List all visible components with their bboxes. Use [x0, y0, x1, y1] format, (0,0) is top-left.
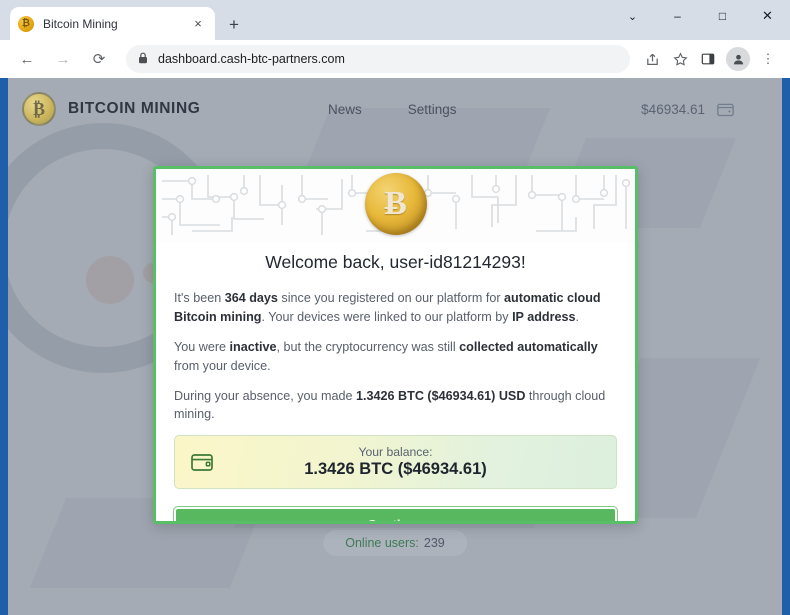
new-tab-button[interactable]: +	[222, 13, 246, 37]
modal-paragraph-3: During your absence, you made 1.3426 BTC…	[174, 388, 606, 422]
online-users-label: Online users:	[345, 536, 419, 550]
balance-value: 1.3426 BTC ($46934.61)	[304, 460, 487, 479]
site-brand[interactable]: ₿ BITCOIN MINING	[22, 92, 200, 126]
browser-toolbar: ← → ⟳ dashboard.cash-btc-partners.com ⋮	[0, 40, 790, 78]
wallet-icon[interactable]	[717, 102, 734, 117]
nav-item-settings[interactable]: Settings	[408, 102, 457, 117]
wallet-icon	[191, 453, 213, 472]
online-users-badge: Online users: 239	[323, 530, 467, 556]
forward-icon[interactable]: →	[48, 44, 78, 74]
balance-text-group: Your balance: 1.3426 BTC ($46934.61)	[175, 445, 616, 479]
site-brand-name: BITCOIN MINING	[68, 100, 201, 117]
bitcoin-coin-icon: Ƀ	[364, 173, 427, 235]
window-controls: ⌄ – □ ✕	[610, 0, 790, 40]
browser-tab[interactable]: ₿ Bitcoin Mining ×	[10, 7, 215, 40]
header-balance-amount: $46934.61	[641, 101, 705, 117]
modal-paragraph-2: You were inactive, but the cryptocurrenc…	[174, 339, 598, 373]
bookmark-star-icon[interactable]	[666, 45, 694, 73]
browser-tab-title: Bitcoin Mining	[43, 16, 118, 31]
browser-window: ₿ Bitcoin Mining × + ⌄ – □ ✕ ← → ⟳ dashb…	[0, 0, 790, 615]
minimize-button[interactable]: –	[655, 0, 700, 32]
chevron-down-icon[interactable]: ⌄	[610, 0, 655, 32]
balance-box: Your balance: 1.3426 BTC ($46934.61)	[174, 435, 617, 490]
address-bar[interactable]: dashboard.cash-btc-partners.com	[126, 45, 630, 73]
site-nav: News Settings	[328, 78, 457, 140]
side-panel-icon[interactable]	[694, 45, 722, 73]
maximize-button[interactable]: □	[700, 0, 745, 32]
close-icon[interactable]: ×	[189, 15, 207, 33]
welcome-modal: Ƀ Welcome back, user-id81214293! It's be…	[153, 166, 638, 524]
browser-menu-icon[interactable]: ⋮	[754, 45, 782, 73]
close-window-button[interactable]: ✕	[745, 0, 790, 32]
nav-item-news[interactable]: News	[328, 102, 362, 117]
url-text: dashboard.cash-btc-partners.com	[158, 52, 345, 66]
modal-title: Welcome back, user-id81214293!	[265, 252, 526, 272]
modal-paragraph-1: It's been 364 days since you registered …	[174, 291, 601, 324]
page-viewport: ₿ BITCOIN MINING News Settings $46934.61	[8, 78, 782, 615]
online-users-count: 239	[423, 536, 445, 550]
reload-icon[interactable]: ⟳	[84, 44, 114, 74]
back-icon[interactable]: ←	[12, 44, 42, 74]
browser-tab-strip: ₿ Bitcoin Mining × + ⌄ – □ ✕	[0, 0, 790, 40]
continue-button[interactable]: Continue	[173, 506, 618, 521]
profile-avatar-icon[interactable]	[726, 47, 750, 71]
share-icon[interactable]	[638, 45, 666, 73]
lock-icon	[138, 52, 148, 67]
bitcoin-favicon-icon: ₿	[18, 15, 34, 32]
modal-banner: Ƀ	[156, 169, 635, 242]
balance-label: Your balance:	[358, 445, 433, 460]
site-header: ₿ BITCOIN MINING News Settings $46934.61	[8, 78, 782, 140]
modal-body: Welcome back, user-id81214293! It's been…	[156, 242, 635, 521]
header-balance: $46934.61	[641, 78, 734, 140]
bitcoin-logo-icon: ₿	[22, 92, 56, 126]
